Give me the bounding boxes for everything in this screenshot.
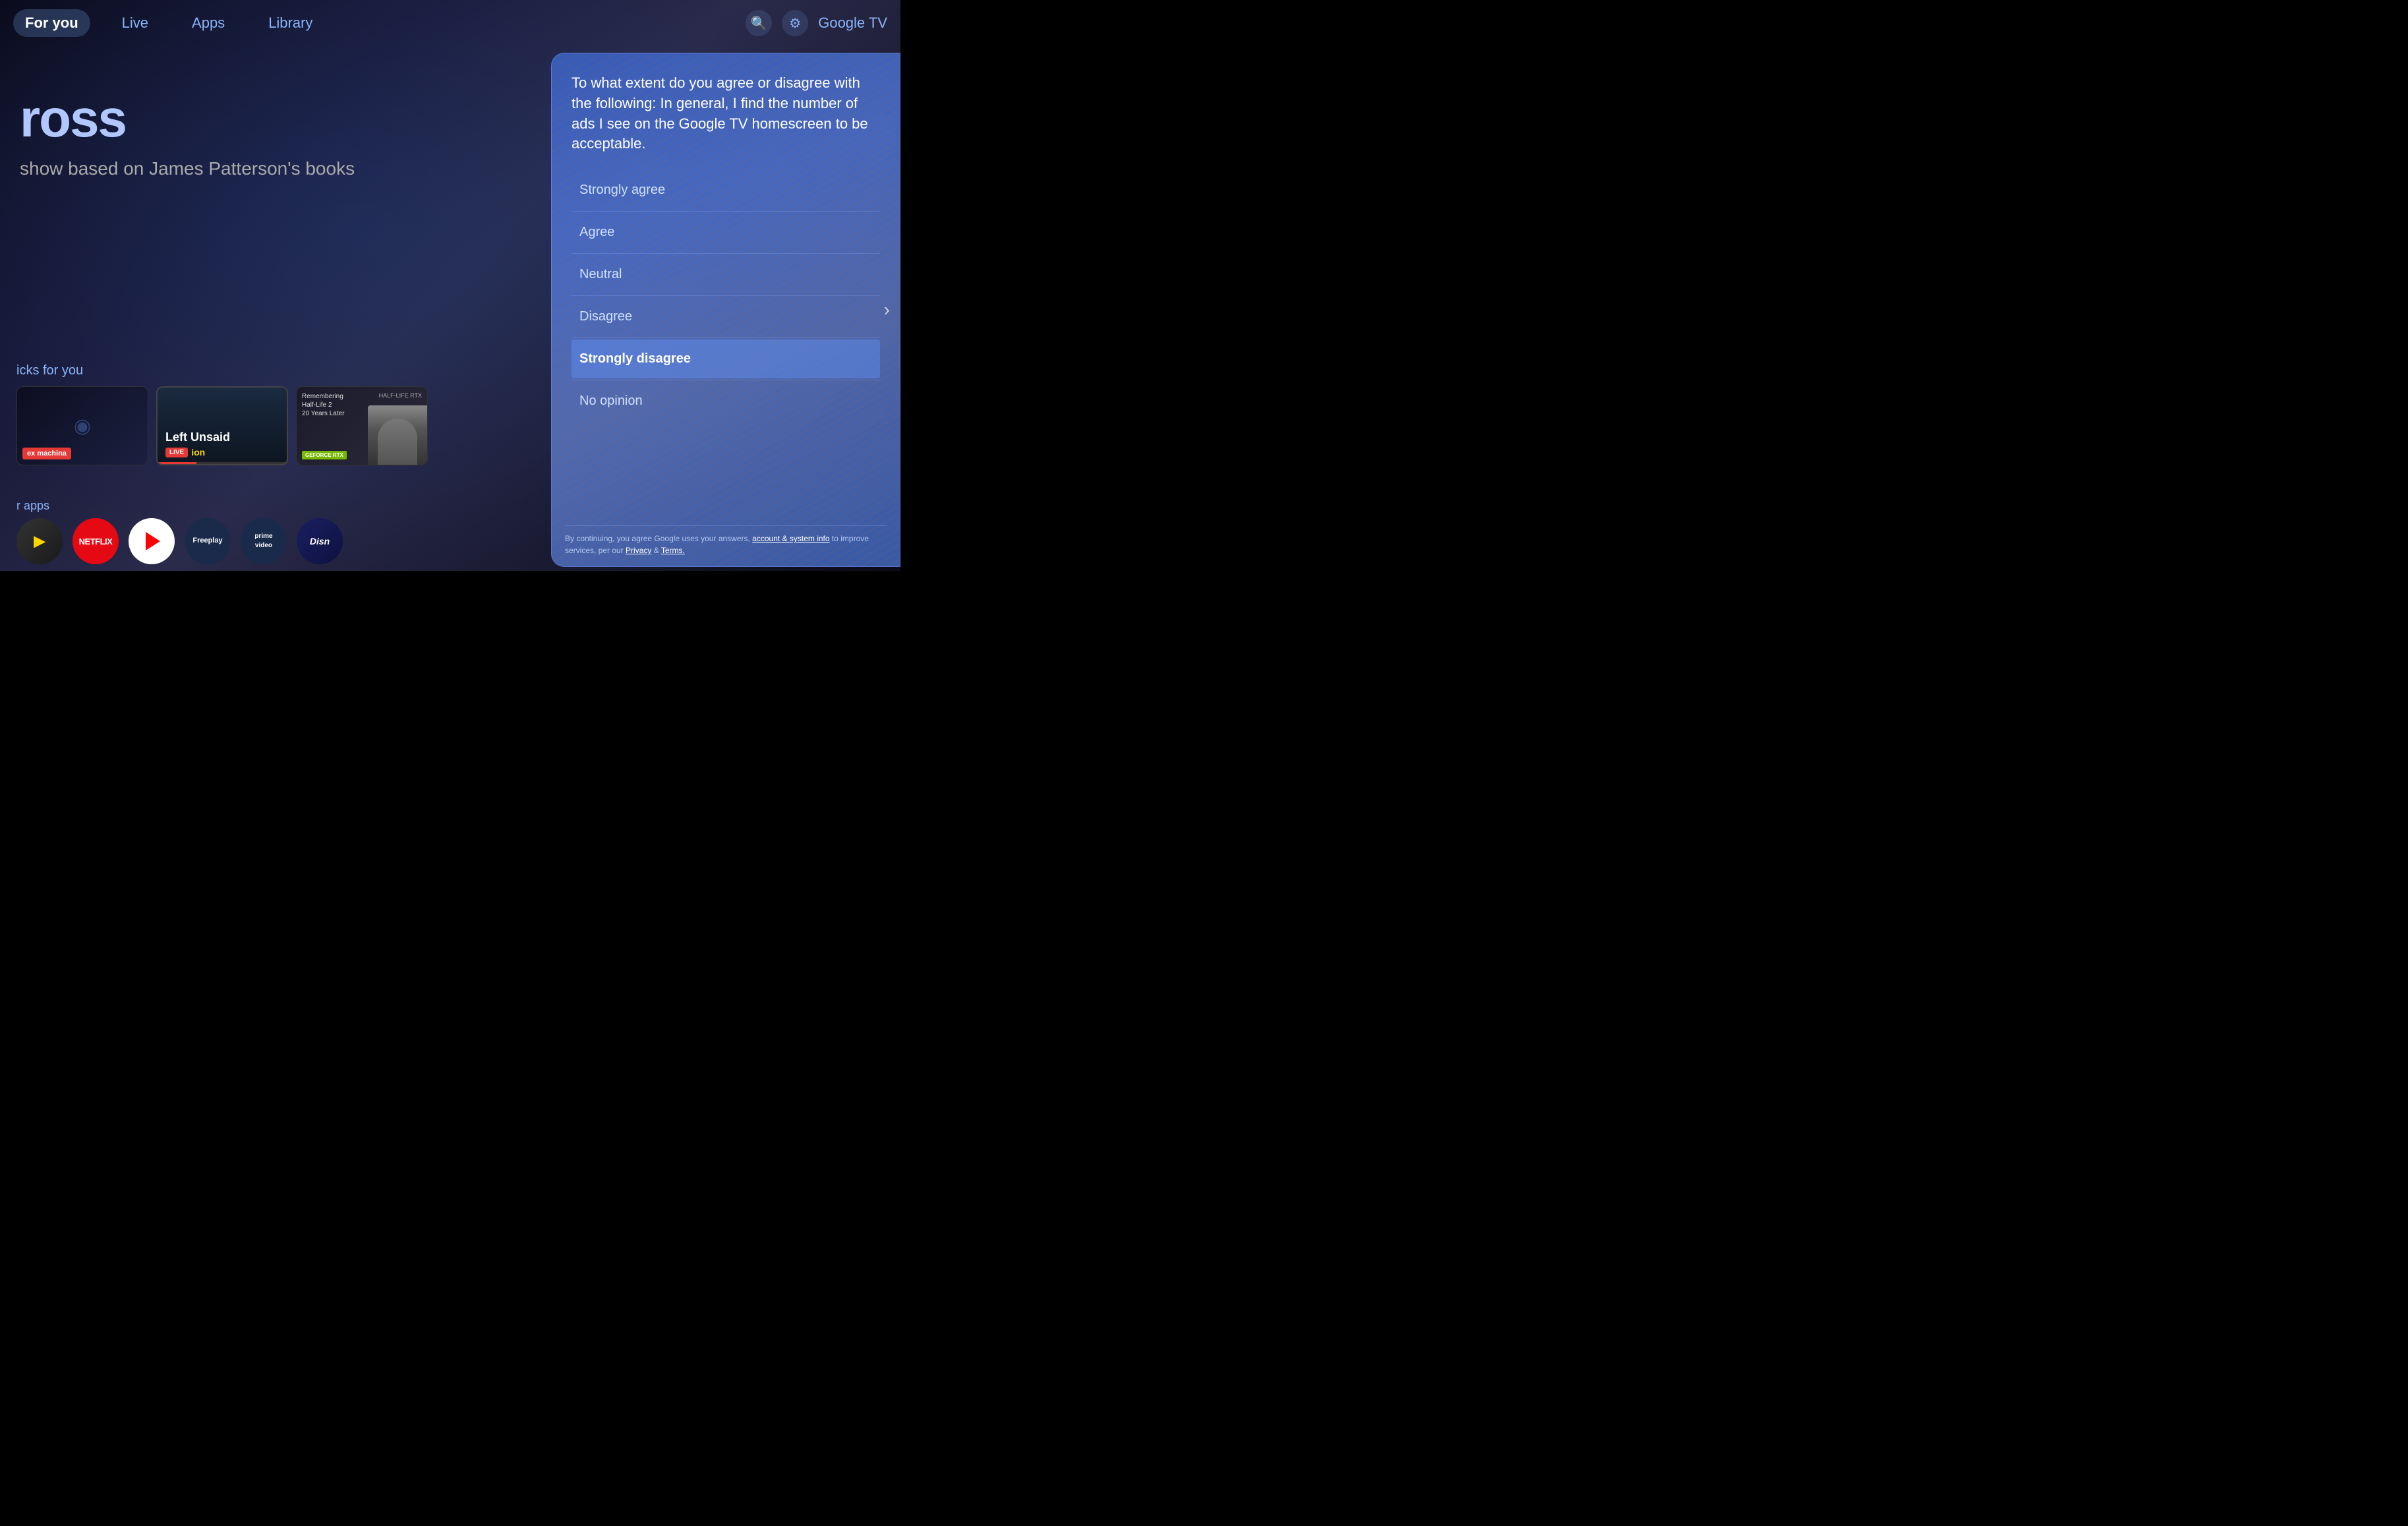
- nav-item-for-you[interactable]: For you: [13, 9, 90, 37]
- survey-question: To what extent do you agree or disagree …: [572, 73, 880, 154]
- survey-option-neutral[interactable]: Neutral: [572, 255, 880, 294]
- half-life-badge: HALF-LIFE RTX: [379, 392, 422, 399]
- pick-card-remembering[interactable]: Remembering Half-Life 2 20 Years Later H…: [296, 386, 428, 465]
- survey-option-strongly-disagree[interactable]: Strongly disagree: [572, 339, 880, 378]
- divider: [572, 337, 880, 338]
- google-tv-brand: Google TV: [818, 15, 887, 32]
- nav-item-library[interactable]: Library: [256, 9, 324, 37]
- divider: [572, 211, 880, 212]
- divider: [572, 295, 880, 296]
- pick-card-left-unsaid[interactable]: Left Unsaid LIVE ion: [156, 386, 288, 465]
- progress-bar: [158, 462, 287, 464]
- settings-button[interactable]: ⚙: [782, 10, 808, 36]
- youtube-play-icon: [146, 532, 160, 550]
- survey-option-strongly-agree[interactable]: Strongly agree: [572, 171, 880, 210]
- live-badge: LIVE: [165, 448, 188, 457]
- app-freeplay[interactable]: Freeplay: [185, 518, 231, 564]
- survey-footer: By continuing, you agree Google uses you…: [565, 525, 887, 556]
- geforce-badge: GEFORCE RTX: [302, 451, 347, 459]
- divider: [572, 253, 880, 254]
- hero-content: ross show based on James Patterson's boo…: [20, 92, 355, 179]
- nav-item-live[interactable]: Live: [110, 9, 160, 37]
- left-unsaid-title: Left Unsaid: [165, 430, 230, 444]
- survey-panel: › To what extent do you agree or disagre…: [551, 53, 900, 567]
- pick-card-ex-machina[interactable]: ◉ ex machina: [16, 386, 148, 465]
- app-prime-video[interactable]: prime video: [241, 518, 287, 564]
- survey-option-agree[interactable]: Agree: [572, 213, 880, 252]
- terms-link[interactable]: Terms.: [661, 546, 685, 555]
- survey-option-no-opinion[interactable]: No opinion: [572, 382, 880, 421]
- survey-options: Strongly agree Agree Neutral Disagree St…: [572, 171, 880, 421]
- nav-item-apps[interactable]: Apps: [180, 9, 237, 37]
- privacy-link[interactable]: Privacy: [626, 546, 651, 555]
- app-youtube[interactable]: [129, 518, 175, 564]
- app-plex[interactable]: ▶: [16, 518, 63, 564]
- survey-option-disagree[interactable]: Disagree: [572, 297, 880, 336]
- app-netflix[interactable]: NETFLIX: [73, 518, 119, 564]
- app-disney-plus[interactable]: Disn: [297, 518, 343, 564]
- remembering-top-text: Remembering Half-Life 2 20 Years Later: [302, 392, 345, 418]
- hero-title: ross: [20, 92, 355, 145]
- top-navigation: For you Live Apps Library 🔍 ⚙ Google TV: [0, 0, 900, 46]
- ex-machina-badge: ex machina: [22, 448, 71, 459]
- chevron-right-icon[interactable]: ›: [884, 299, 890, 320]
- nav-right-controls: 🔍 ⚙ Google TV: [746, 10, 887, 36]
- account-system-info-link[interactable]: account & system info: [752, 534, 829, 543]
- progress-bar-fill: [158, 462, 196, 464]
- hero-subtitle: show based on James Patterson's books: [20, 158, 355, 179]
- live-row: LIVE ion: [165, 447, 205, 457]
- search-button[interactable]: 🔍: [746, 10, 772, 36]
- ion-label: ion: [191, 447, 205, 457]
